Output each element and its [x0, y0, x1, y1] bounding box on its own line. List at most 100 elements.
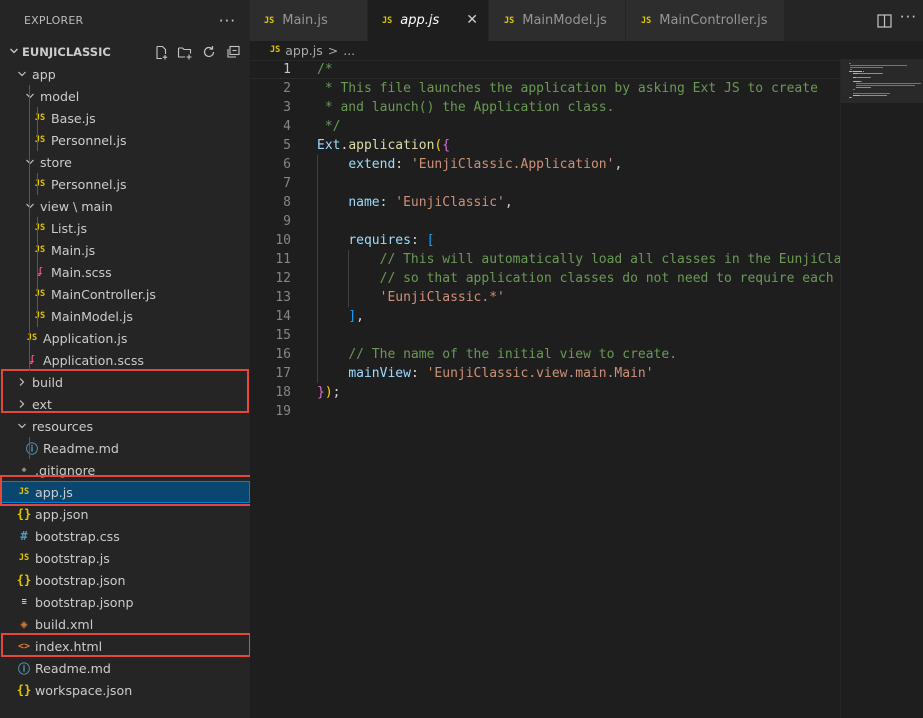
line-number: 15: [275, 328, 291, 343]
tree-file[interactable]: {} app.json: [0, 503, 250, 525]
tree-file[interactable]: {} workspace.json: [0, 679, 250, 701]
code-token: * and launch() the Application class.: [317, 100, 615, 115]
chevron-down-icon[interactable]: [14, 421, 30, 431]
tab-main-js[interactable]: JS Main.js: [250, 0, 368, 41]
tree-item-label: store: [40, 154, 72, 170]
tab-label: MainModel.js: [522, 13, 607, 28]
split-editor-icon[interactable]: [877, 13, 892, 32]
minimap-token: [863, 71, 865, 72]
minimap-token: [849, 63, 851, 64]
js-file-icon: JS: [270, 45, 281, 55]
chevron-down-icon[interactable]: [22, 157, 38, 167]
minimap-token: [856, 85, 915, 86]
html-file-icon: <>: [17, 640, 31, 652]
tree-folder[interactable]: build: [0, 371, 250, 393]
code-token: name: [348, 195, 380, 210]
tree-file[interactable]: ≡ bootstrap.jsonp: [0, 591, 250, 613]
code-text: });: [317, 383, 340, 402]
line-number: 1: [283, 62, 291, 77]
minimap[interactable]: [840, 59, 923, 718]
indent-guide: [37, 107, 38, 151]
tree-folder[interactable]: model: [0, 85, 250, 107]
js-file-icon: JS: [34, 113, 46, 123]
js-file-icon: JS: [34, 223, 46, 233]
close-icon[interactable]: ✕: [466, 12, 478, 28]
chevron-down-icon: [6, 46, 22, 59]
tree-item-label: Personnel.js: [51, 176, 127, 192]
code-text: extend: 'EunjiClassic.Application',: [317, 155, 622, 174]
code-indent-guide: [317, 155, 318, 383]
ellipsis-icon[interactable]: ···: [900, 8, 917, 26]
tree-file[interactable]: JS Application.js: [0, 327, 250, 349]
tree-item-label: .gitignore: [35, 462, 96, 478]
tree-file[interactable]: JS bootstrap.js: [0, 547, 250, 569]
tree-folder[interactable]: ext: [0, 393, 250, 415]
collapse-all-icon[interactable]: [224, 44, 242, 60]
tree-folder[interactable]: app: [0, 63, 250, 85]
tree-item-label: Main.scss: [51, 264, 112, 280]
tree-item-label: Readme.md: [43, 440, 119, 456]
code-line: 12 // so that application classes do not…: [250, 269, 840, 288]
line-number: 9: [283, 214, 291, 229]
code-token: ): [324, 385, 333, 400]
tree-file[interactable]: ʆ Application.scss: [0, 349, 250, 371]
code-line: 15: [250, 326, 840, 345]
tree-file[interactable]: ◈ build.xml: [0, 613, 250, 635]
chevron-right-icon[interactable]: [14, 399, 30, 409]
code-line: 3 * and launch() the Application class.: [250, 98, 840, 117]
tree-folder[interactable]: view \ main: [0, 195, 250, 217]
tree-item-label: index.html: [35, 638, 103, 654]
tab-mainmodel-js[interactable]: JS MainModel.js: [489, 0, 626, 41]
tree-item-label: Application.scss: [43, 352, 144, 368]
breadcrumb-symbols[interactable]: ...: [343, 43, 355, 58]
chevron-down-icon[interactable]: [22, 201, 38, 211]
tree-file[interactable]: # bootstrap.css: [0, 525, 250, 547]
chevron-down-icon[interactable]: [22, 91, 38, 101]
code-token: mainView: [348, 366, 411, 381]
code-line: 16 // The name of the initial view to cr…: [250, 345, 840, 364]
text-file-icon: ≡: [21, 597, 27, 607]
code-token: Ext: [317, 138, 341, 153]
refresh-icon[interactable]: [200, 44, 218, 60]
code-token: /*: [317, 62, 333, 77]
ellipsis-icon[interactable]: ···: [219, 12, 236, 30]
tree-file[interactable]: JS app.js: [0, 481, 250, 503]
minimap-token: [860, 95, 887, 96]
tree-file[interactable]: ⓘ Readme.md: [0, 657, 250, 679]
tree-file[interactable]: <> index.html: [0, 635, 250, 657]
tree-folder[interactable]: resources: [0, 415, 250, 437]
js-file-icon: JS: [382, 15, 393, 26]
chevron-down-icon[interactable]: [14, 69, 30, 79]
code-line: 10 requires: [: [250, 231, 840, 250]
line-number: 17: [275, 366, 291, 381]
chevron-right-icon[interactable]: [14, 377, 30, 387]
tree-file[interactable]: ◆ .gitignore: [0, 459, 250, 481]
code-text: * and launch() the Application class.: [317, 98, 615, 117]
line-number: 19: [275, 404, 291, 419]
code-text: // so that application classes do not ne…: [317, 269, 840, 288]
project-root[interactable]: EUNJICLASSIC: [0, 41, 250, 63]
code-line: 19: [250, 402, 840, 421]
tree-file[interactable]: ⓘ Readme.md: [0, 437, 250, 459]
tree-item-label: ext: [32, 396, 52, 412]
code-token: extend: [348, 157, 396, 172]
code-line: 14 ],: [250, 307, 840, 326]
new-file-icon[interactable]: [152, 44, 170, 60]
tab-maincontroller-js[interactable]: JS MainController.js: [626, 0, 785, 41]
breadcrumb-file[interactable]: app.js: [285, 43, 323, 58]
tab-app-js[interactable]: JS app.js ✕: [368, 0, 489, 41]
code-token: ,: [356, 309, 364, 324]
tree-file[interactable]: {} bootstrap.json: [0, 569, 250, 591]
tree-folder[interactable]: store: [0, 151, 250, 173]
new-folder-icon[interactable]: [176, 44, 194, 60]
tree-item-label: bootstrap.json: [35, 572, 126, 588]
code-line: 9: [250, 212, 840, 231]
tree-item-label: bootstrap.jsonp: [35, 594, 134, 610]
indent-guide: [37, 217, 38, 327]
js-file-icon: JS: [641, 15, 652, 26]
code-editor[interactable]: 1 /* 2 * This file launches the applicatio…: [250, 59, 840, 718]
explorer-title: EXPLORER: [24, 14, 84, 27]
line-number: 3: [283, 100, 291, 115]
code-line: 2 * This file launches the application b…: [250, 79, 840, 98]
